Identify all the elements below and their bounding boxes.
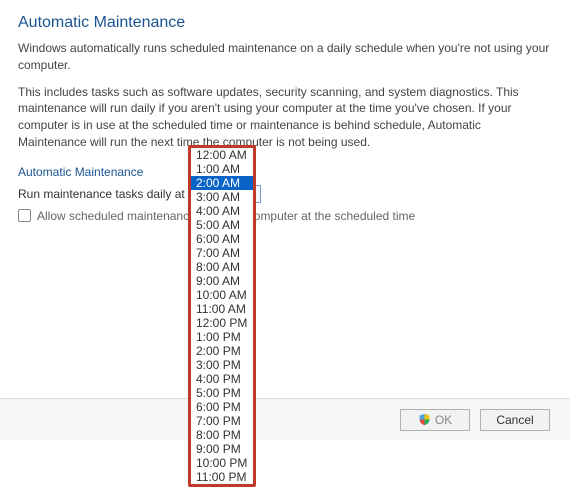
time-option[interactable]: 8:00 AM xyxy=(191,260,253,274)
time-dropdown-list[interactable]: 12:00 AM1:00 AM2:00 AM3:00 AM4:00 AM5:00… xyxy=(191,148,253,484)
time-option[interactable]: 4:00 PM xyxy=(191,372,253,386)
time-option[interactable]: 3:00 PM xyxy=(191,358,253,372)
cancel-button[interactable]: Cancel xyxy=(480,409,550,431)
time-option[interactable]: 11:00 PM xyxy=(191,470,253,484)
time-option[interactable]: 10:00 AM xyxy=(191,288,253,302)
time-option[interactable]: 8:00 PM xyxy=(191,428,253,442)
time-option[interactable]: 2:00 PM xyxy=(191,344,253,358)
time-option[interactable]: 2:00 AM xyxy=(191,176,253,190)
time-option[interactable]: 12:00 AM xyxy=(191,148,253,162)
time-option[interactable]: 11:00 AM xyxy=(191,302,253,316)
cancel-button-label: Cancel xyxy=(496,413,533,427)
time-option[interactable]: 6:00 AM xyxy=(191,232,253,246)
time-option[interactable]: 7:00 PM xyxy=(191,414,253,428)
time-option[interactable]: 9:00 PM xyxy=(191,442,253,456)
uac-shield-icon xyxy=(418,413,431,426)
time-option[interactable]: 1:00 AM xyxy=(191,162,253,176)
description-2: This includes tasks such as software upd… xyxy=(18,84,552,151)
run-maintenance-label: Run maintenance tasks daily at xyxy=(18,187,185,201)
dialog-footer: OK Cancel xyxy=(0,398,570,440)
wake-label-after: computer at the scheduled time xyxy=(248,209,415,223)
time-option[interactable]: 7:00 AM xyxy=(191,246,253,260)
section-label: Automatic Maintenance xyxy=(18,165,552,179)
time-option[interactable]: 12:00 PM xyxy=(191,316,253,330)
page-title: Automatic Maintenance xyxy=(18,14,552,32)
time-option[interactable]: 6:00 PM xyxy=(191,400,253,414)
time-option[interactable]: 5:00 AM xyxy=(191,218,253,232)
time-option[interactable]: 4:00 AM xyxy=(191,204,253,218)
description-1: Windows automatically runs scheduled mai… xyxy=(18,40,552,74)
ok-button-label: OK xyxy=(435,413,452,427)
dropdown-highlight: 12:00 AM1:00 AM2:00 AM3:00 AM4:00 AM5:00… xyxy=(188,145,256,487)
time-option[interactable]: 3:00 AM xyxy=(191,190,253,204)
wake-label-before: Allow scheduled maintenance xyxy=(37,209,196,223)
wake-checkbox[interactable] xyxy=(18,209,31,222)
time-option[interactable]: 9:00 AM xyxy=(191,274,253,288)
time-option[interactable]: 5:00 PM xyxy=(191,386,253,400)
time-option[interactable]: 1:00 PM xyxy=(191,330,253,344)
time-option[interactable]: 10:00 PM xyxy=(191,456,253,470)
ok-button[interactable]: OK xyxy=(400,409,470,431)
